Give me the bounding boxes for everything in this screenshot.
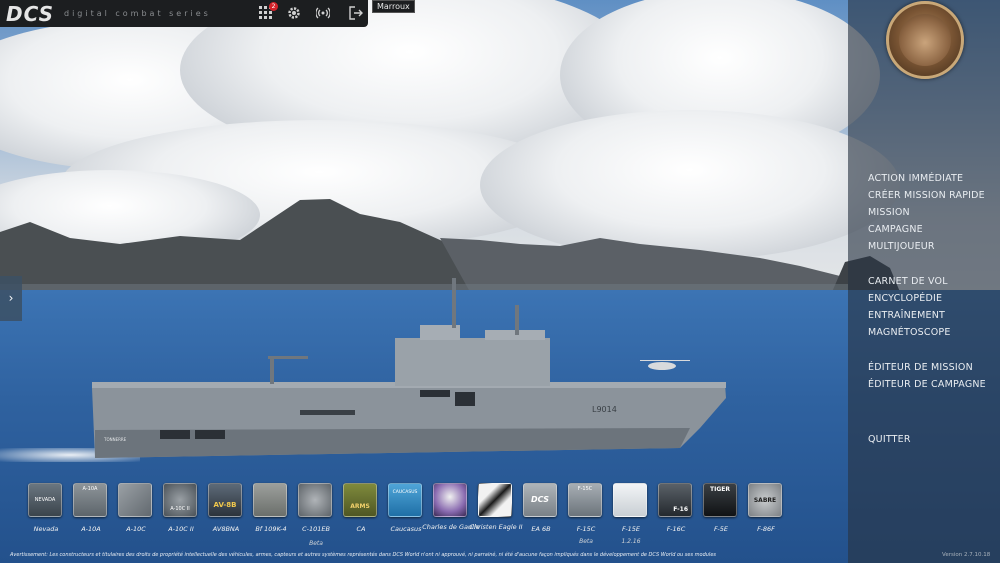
module-f16c[interactable]: F-16 F-16C (658, 483, 694, 533)
notification-badge: 2 (269, 2, 278, 11)
tooltip: Marroux (372, 0, 415, 13)
module-bf109[interactable]: Bf 109K-4 (253, 483, 289, 533)
menu-logbook[interactable]: CARNET DE VOL (868, 276, 948, 287)
signal-icon[interactable] (315, 5, 331, 21)
dcs-logo: DCS (6, 1, 54, 26)
module-sub: 1.2.16 (621, 538, 641, 545)
module-sub: Beta (309, 540, 323, 547)
a10a-icon-text: A-10A (82, 486, 98, 492)
module-ea6b[interactable]: DCS EA 6B (523, 483, 559, 533)
module-f15c[interactable]: F-15C F-15C Beta (568, 483, 604, 545)
module-charles-de-gaulle[interactable]: Charles de Gaulle (422, 483, 480, 531)
christen-eagle-icon (478, 483, 512, 517)
a10c-icon (118, 483, 152, 517)
top-bar: DCS digital combat series 2 (0, 0, 368, 27)
a10a-icon: A-10A (73, 483, 107, 517)
ea6b-icon: DCS (523, 483, 557, 517)
menu-mission[interactable]: MISSION (868, 207, 910, 218)
menu-multiplayer[interactable]: MULTIJOUEUR (868, 241, 935, 252)
menu-quick-mission[interactable]: CRÉER MISSION RAPIDE (868, 190, 985, 201)
a10c-ii-icon: A-10C II (163, 483, 197, 517)
menu-encyclopedia[interactable]: ENCYCLOPÉDIE (868, 293, 942, 304)
f16c-icon-text: F-16 (673, 506, 688, 513)
menu-quit[interactable]: QUITTER (868, 434, 911, 445)
menu-campaign-editor[interactable]: ÉDITEUR DE CAMPAGNE (868, 379, 986, 390)
module-av8bna[interactable]: AV-8B AV8BNA (208, 483, 244, 533)
side-panel-toggle[interactable]: › (0, 276, 22, 321)
av8b-icon: AV-8B (208, 483, 242, 517)
nevada-icon-text: NEVADA (34, 497, 56, 503)
module-label: F-86F (757, 525, 775, 533)
module-caucasus[interactable]: CAUCASUS Caucasus (388, 483, 424, 533)
nevada-icon: NEVADA (28, 483, 62, 517)
menu-mission-editor[interactable]: ÉDITEUR DE MISSION (868, 362, 973, 373)
a10c-ii-icon-text: A-10C II (170, 506, 190, 512)
av8b-icon-text: AV-8B (213, 501, 237, 509)
menu-replay[interactable]: MAGNÉTOSCOPE (868, 327, 951, 338)
f15c-icon: F-15C (568, 483, 602, 517)
legal-disclaimer: Avertissement: Les constructeurs et titu… (10, 552, 717, 558)
exit-icon[interactable] (348, 5, 364, 21)
f5e-icon: TIGER (703, 483, 737, 517)
dcs-subtitle: digital combat series (63, 9, 211, 18)
f15c-icon-text: F-15C (577, 486, 593, 492)
module-ca[interactable]: ARMS CA (343, 483, 379, 533)
module-a10c[interactable]: A-10C (118, 483, 154, 533)
gear-icon[interactable] (286, 5, 302, 21)
menu-instant-action[interactable]: ACTION IMMÉDIATE (868, 173, 963, 184)
emblem-center (899, 14, 951, 66)
module-a10c-ii[interactable]: A-10C II A-10C II (163, 483, 199, 533)
c101eb-icon (298, 483, 332, 517)
combined-arms-icon: ARMS (343, 483, 377, 517)
ship-name: TONNERRE (103, 437, 127, 442)
bf109-icon (253, 483, 287, 517)
module-f86f[interactable]: SABRE F-86F (748, 483, 784, 533)
hull-number: L9014 (592, 405, 617, 414)
menu-training[interactable]: ENTRAÎNEMENT (868, 310, 945, 321)
ca-icon-text: ARMS (350, 503, 370, 510)
caucasus-icon-text: CAUCASUS (392, 490, 418, 495)
charles-de-gaulle-icon (433, 483, 467, 517)
f86f-icon-text: SABRE (753, 497, 777, 504)
module-c101eb[interactable]: C-101EB Beta (298, 483, 334, 547)
module-f15e[interactable]: F-15E 1.2.16 (613, 483, 649, 545)
caucasus-icon: CAUCASUS (388, 483, 422, 517)
module-christen-eagle[interactable]: Christen Eagle II (469, 483, 523, 531)
menu-campaign[interactable]: CAMPAGNE (868, 224, 923, 235)
f86f-icon: SABRE (748, 483, 782, 517)
module-f5e[interactable]: TIGER F-5E (703, 483, 739, 533)
modules-grid-icon[interactable]: 2 (257, 2, 278, 21)
f15e-icon (613, 483, 647, 517)
module-a10a[interactable]: A-10A A-10A (73, 483, 109, 533)
f16c-icon: F-16 (658, 483, 692, 517)
version-label: Version 2.7.10.18 (942, 552, 991, 558)
mistral-emblem (886, 1, 964, 79)
ea6b-icon-text: DCS (531, 495, 549, 504)
module-nevada[interactable]: NEVADA Nevada (28, 483, 64, 533)
f5e-icon-text: TIGER (710, 486, 730, 493)
